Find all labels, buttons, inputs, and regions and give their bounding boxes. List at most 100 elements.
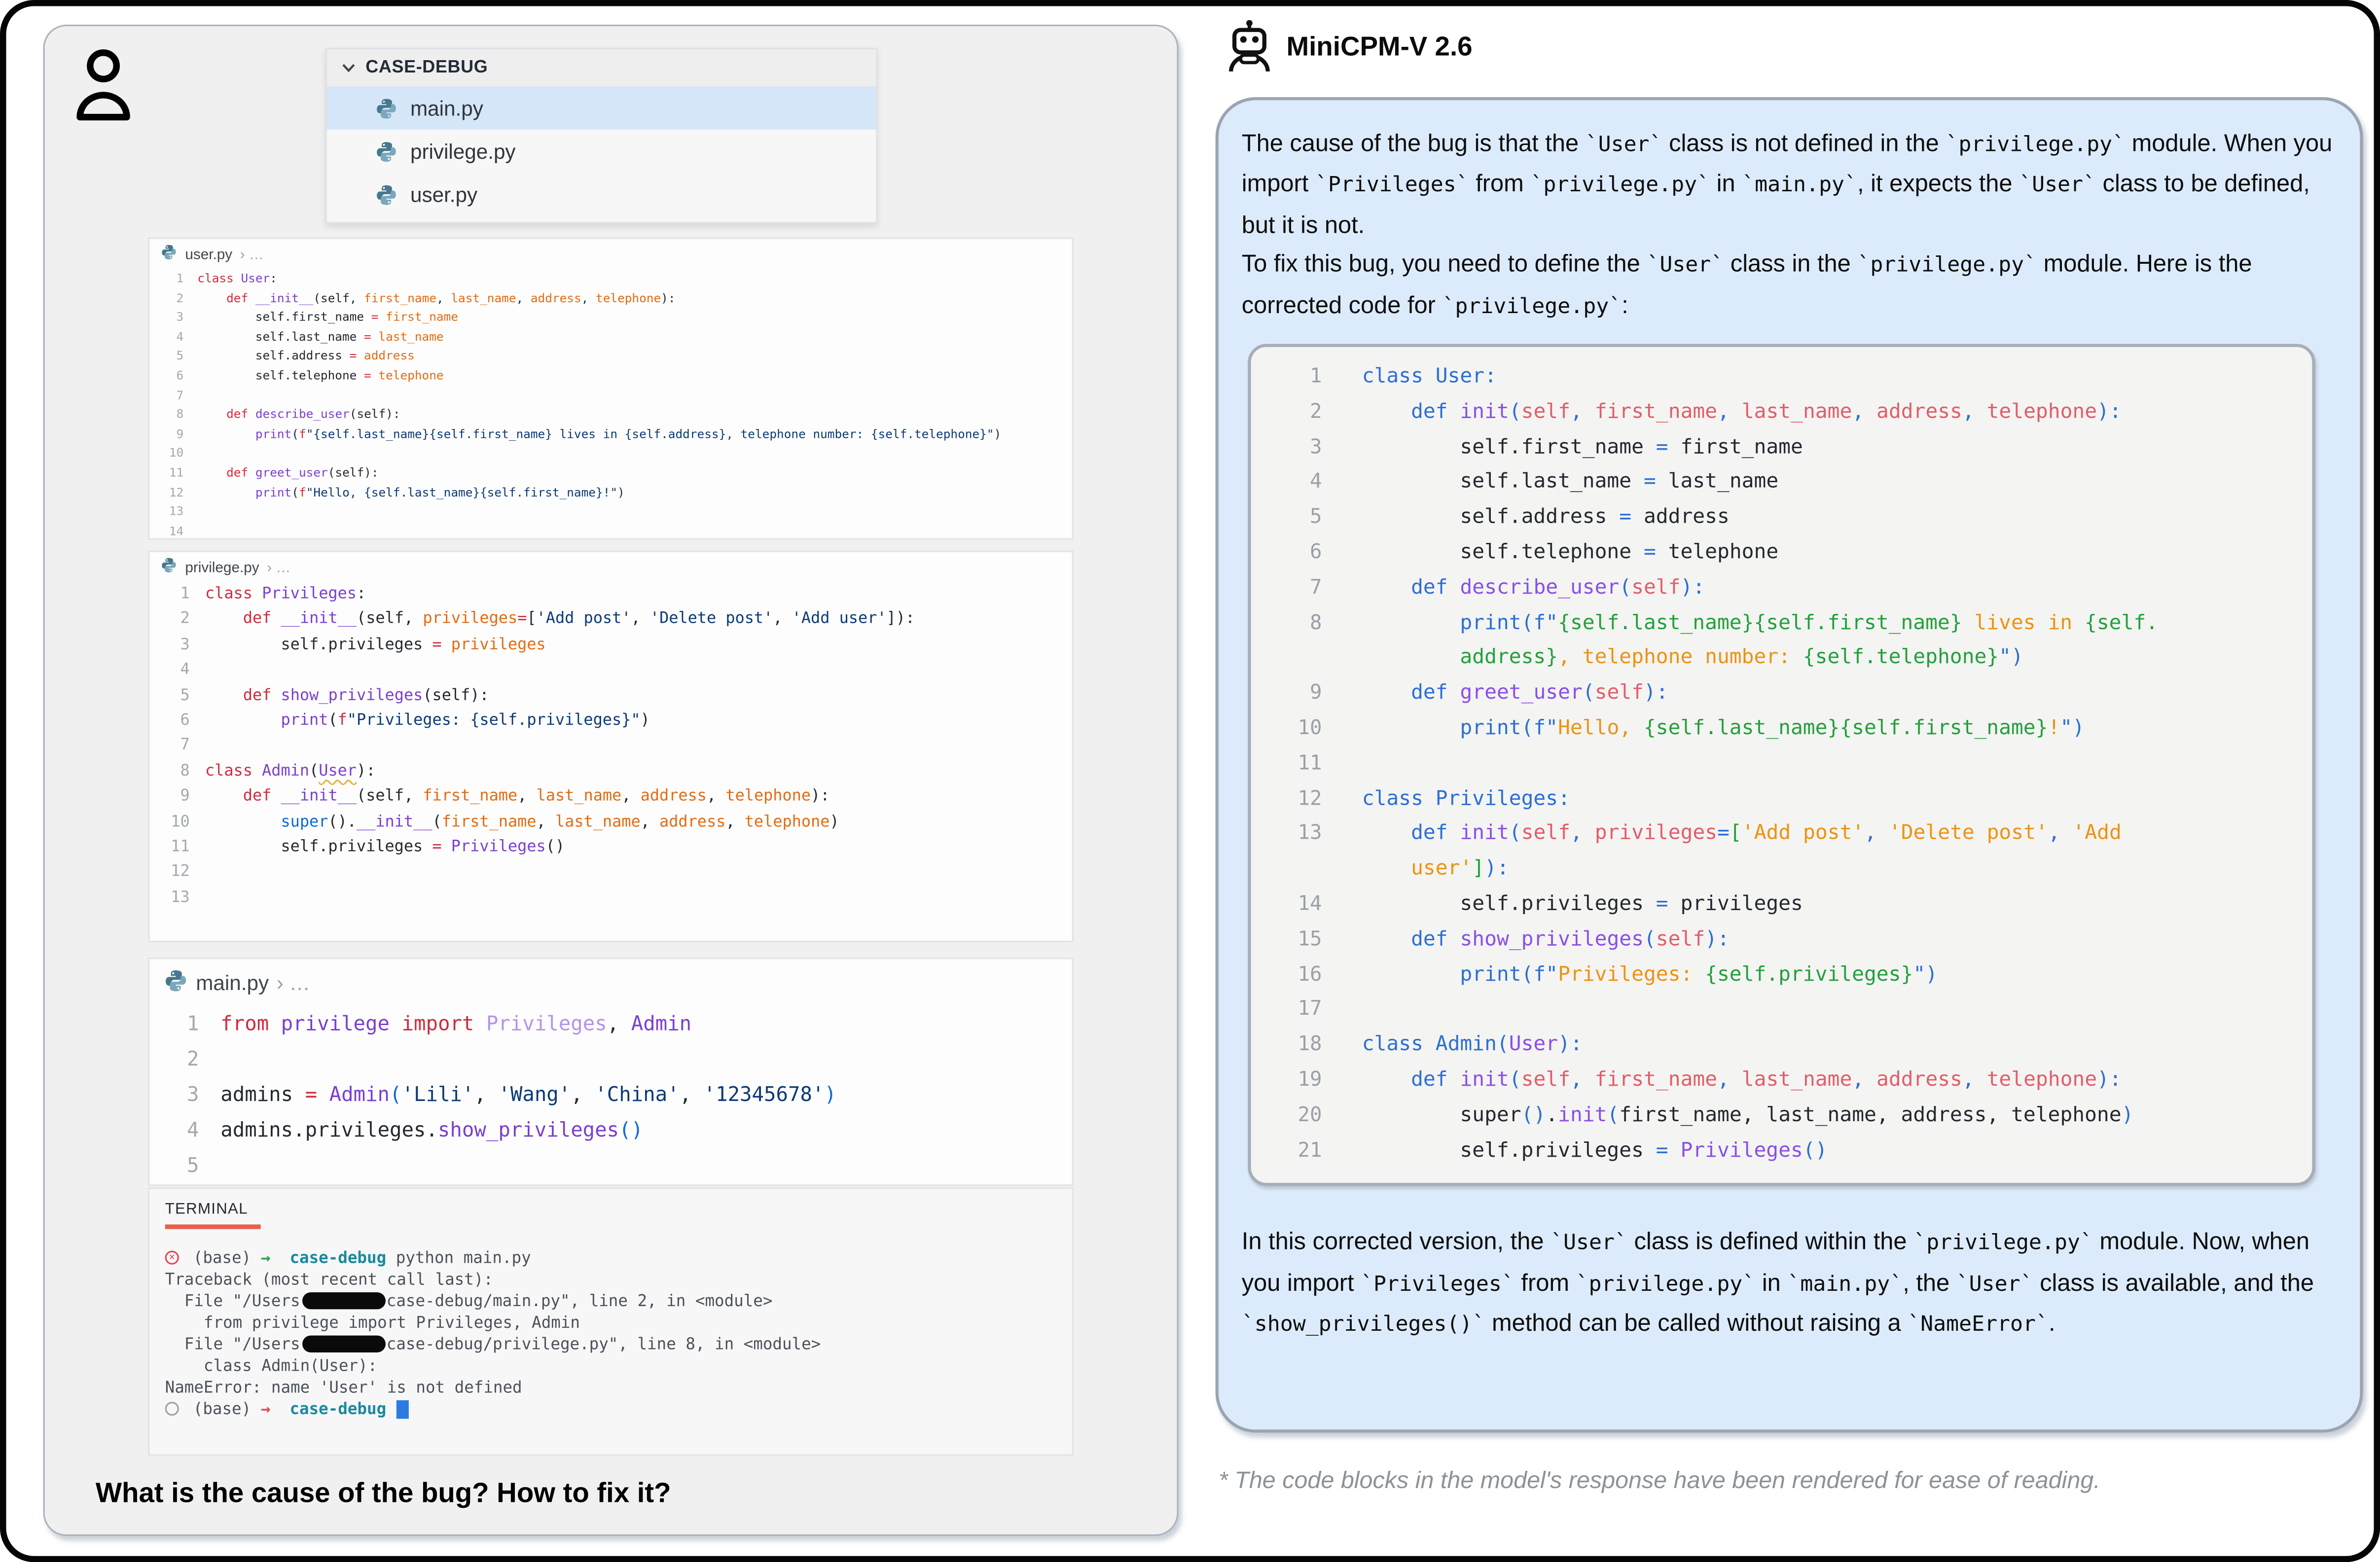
line-number: 3: [149, 634, 189, 659]
terminal-line: from privilege import Privileges, Admin: [165, 1312, 1057, 1333]
line-number: 2: [149, 608, 189, 634]
code-editor-area[interactable]: 1class User:2 def __init__(self, first_n…: [149, 270, 1072, 541]
code-line: 17: [1269, 994, 2312, 1029]
inline-code: `privilege.py`: [1442, 294, 1622, 319]
line-number: 12: [149, 484, 183, 503]
code-editor-area[interactable]: 1from privilege import Privileges, Admin…: [149, 1007, 1072, 1184]
inline-code: `Privileges`: [1315, 174, 1469, 198]
response-paragraph-1: The cause of the bug is that the `User` …: [1242, 125, 2336, 327]
code-line: 10 print(f"Hello, {self.last_name}{self.…: [1269, 712, 2312, 747]
code-line: 9 print(f"{self.last_name}{self.first_na…: [149, 425, 1072, 444]
line-number: 12: [149, 861, 189, 887]
code-line: 12: [149, 861, 1072, 887]
line-number: 19: [1269, 1064, 1322, 1099]
line-number: 6: [1269, 536, 1322, 571]
line-number: 11: [1269, 747, 1322, 782]
editor-main-py: main.py › … 1from privilege import Privi…: [148, 958, 1074, 1186]
line-number: 8: [149, 406, 183, 425]
python-icon: [375, 183, 398, 206]
code-line: 11: [1269, 747, 2312, 782]
inline-code: `show_privileges()`: [1242, 1313, 1485, 1337]
line-number: 4: [149, 659, 189, 684]
code-line: 12 print(f"Hello, {self.last_name}{self.…: [149, 484, 1072, 503]
line-number: 17: [1269, 994, 1322, 1029]
explorer-root-label: CASE-DEBUG: [365, 59, 488, 77]
python-icon: [160, 557, 177, 573]
code-line: 15 def show_privileges(self):: [1269, 923, 2312, 958]
editor-header: privilege.py › …: [149, 552, 1072, 583]
line-number: 16: [1269, 958, 1322, 994]
code-line: address}, telephone number: {self.teleph…: [1269, 642, 2312, 677]
line-number: 6: [149, 367, 183, 386]
line-number: 3: [149, 309, 183, 328]
code-line: 12class Privileges:: [1269, 783, 2312, 818]
model-response-bubble: The cause of the bug is that the `User` …: [1216, 97, 2363, 1433]
terminal-line: (base) → case-debug: [165, 1398, 1057, 1420]
line-number: 1: [149, 270, 183, 289]
code-line: 3admins = Admin('Lili', 'Wang', 'China',…: [149, 1078, 1072, 1113]
file-item-main-py[interactable]: main.py: [327, 86, 876, 130]
line-number: 7: [149, 735, 189, 760]
line-number: 21: [1269, 1135, 1322, 1170]
terminal-panel[interactable]: TERMINAL × (base) → case-debug python ma…: [148, 1187, 1074, 1456]
terminal-tab-underline: [165, 1224, 261, 1228]
file-item-privilege-py[interactable]: privilege.py: [327, 130, 876, 173]
python-icon: [375, 140, 398, 163]
code-line: 6 self.telephone = telephone: [149, 367, 1072, 386]
terminal-line: File "/Userscase-debug/main.py", line 2,…: [165, 1290, 1057, 1312]
code-line: 8 print(f"{self.last_name}{self.first_na…: [1269, 607, 2312, 642]
code-line: 1class Privileges:: [149, 583, 1072, 608]
chevron-down-icon: [341, 60, 356, 75]
code-line: 14: [149, 522, 1072, 541]
code-line: 6 print(f"Privileges: {self.privileges}"…: [149, 710, 1072, 735]
editor-header: main.py › …: [149, 959, 1072, 1007]
code-line: 7: [149, 735, 1072, 760]
command-failed-icon: ×: [165, 1251, 179, 1265]
code-line: 21 self.privileges = Privileges(): [1269, 1135, 2312, 1170]
line-number: 10: [1269, 712, 1322, 747]
line-number: 12: [1269, 783, 1322, 818]
code-line: 4 self.last_name = last_name: [1269, 466, 2312, 501]
file-item-user-py[interactable]: user.py: [327, 173, 876, 216]
line-number: 1: [149, 1007, 199, 1042]
line-number: 7: [149, 387, 183, 406]
code-line: 11 def greet_user(self):: [149, 464, 1072, 483]
line-number: 3: [1269, 431, 1322, 466]
code-line: 11 self.privileges = Privileges(): [149, 836, 1072, 861]
line-number: 9: [1269, 677, 1322, 712]
code-editor-area[interactable]: 1class Privileges:2 def __init__(self, p…: [149, 583, 1072, 912]
line-number: 4: [149, 328, 183, 348]
question-text: What is the cause of the bug? How to fix…: [96, 1477, 671, 1510]
explorer-root-row[interactable]: CASE-DEBUG: [327, 49, 876, 86]
code-line: 4 self.last_name = last_name: [149, 328, 1072, 348]
inline-code: `privilege.py`: [1913, 1231, 2093, 1256]
user-person-icon: [74, 46, 133, 134]
code-line: 10: [149, 445, 1072, 464]
line-number: 5: [1269, 501, 1322, 536]
line-number: 4: [1269, 466, 1322, 501]
breadcrumb: › …: [267, 559, 290, 576]
code-line: 13: [149, 887, 1072, 912]
code-line: 5 self.address = address: [149, 348, 1072, 367]
code-line: 3 self.first_name = first_name: [1269, 431, 2312, 466]
model-header: MiniCPM-V 2.6: [1226, 19, 1473, 74]
code-line: 13: [149, 503, 1072, 522]
debug-case-card: CASE-DEBUG main.py privilege.py user.py …: [43, 25, 1179, 1536]
file-explorer: CASE-DEBUG main.py privilege.py user.py: [325, 48, 878, 224]
code-line: 3 self.privileges = privileges: [149, 634, 1072, 659]
terminal-output: × (base) → case-debug python main.pyTrac…: [165, 1247, 1057, 1420]
inline-code: `privilege.py`: [1946, 133, 2125, 157]
line-number: 1: [149, 583, 189, 608]
line-number: 2: [1269, 396, 1322, 431]
line-number: 14: [1269, 888, 1322, 923]
code-line: 1from privilege import Privileges, Admin: [149, 1007, 1072, 1042]
code-line: 6 self.telephone = telephone: [1269, 536, 2312, 571]
terminal-line: File "/Userscase-debug/privilege.py", li…: [165, 1333, 1057, 1355]
rendered-code-block: 1class User:2 def init(self, first_name,…: [1248, 344, 2315, 1187]
terminal-line: Traceback (most recent call last):: [165, 1269, 1057, 1290]
editor-filename: user.py: [185, 246, 232, 263]
line-number: 14: [149, 522, 183, 541]
code-line: 8 def describe_user(self):: [149, 406, 1072, 425]
inline-code: `privilege.py`: [1530, 174, 1710, 198]
code-line: 13 def init(self, privileges=['Add post'…: [1269, 818, 2312, 853]
